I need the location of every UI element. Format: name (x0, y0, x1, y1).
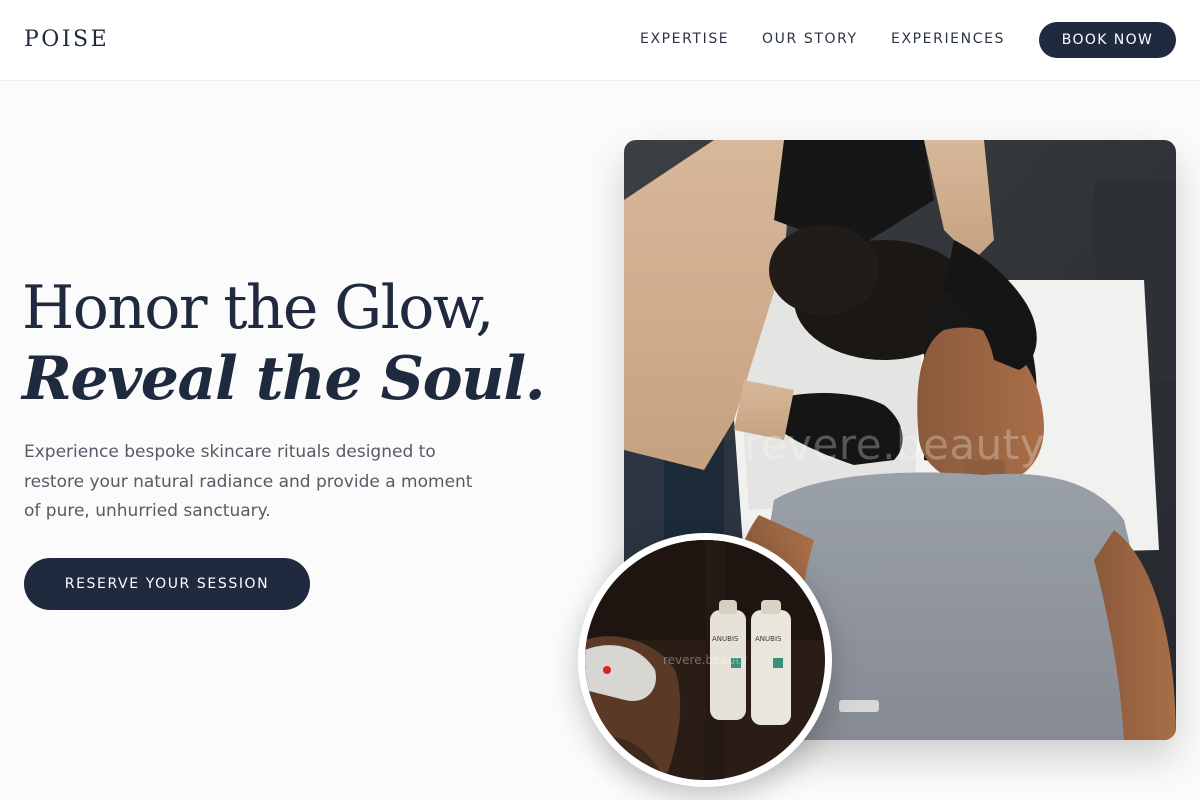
headline-line-1: Honor the Glow, (22, 273, 494, 343)
product-inset-photo: ANUBIS ANUBIS revere.beauty (578, 533, 832, 787)
nav-link-experiences[interactable]: EXPERIENCES (891, 31, 1005, 47)
inset-photo-watermark: revere.beauty (663, 653, 748, 667)
nav-link-expertise[interactable]: EXPERTISE (640, 31, 729, 47)
main-photo-watermark: revere.beauty (744, 420, 1046, 469)
brand-logo[interactable]: POISE (24, 27, 109, 52)
nav-link-our-story[interactable]: OUR STORY (762, 31, 858, 47)
bottle-label-1: ANUBIS (712, 635, 739, 643)
hero-headline: Honor the Glow, Reveal the Soul. (22, 272, 546, 414)
hero-description: Experience bespoke skincare rituals desi… (24, 442, 473, 521)
inset-photo-frame: ANUBIS ANUBIS revere.beauty (585, 540, 825, 780)
bottle-label-2: ANUBIS (755, 635, 782, 643)
book-now-button[interactable]: BOOK NOW (1039, 22, 1176, 58)
top-nav: POISE EXPERTISE OUR STORY EXPERIENCES BO… (0, 0, 1200, 81)
headline-line-2: Reveal the Soul. (22, 344, 546, 414)
reserve-session-button[interactable]: RESERVE YOUR SESSION (24, 558, 310, 610)
